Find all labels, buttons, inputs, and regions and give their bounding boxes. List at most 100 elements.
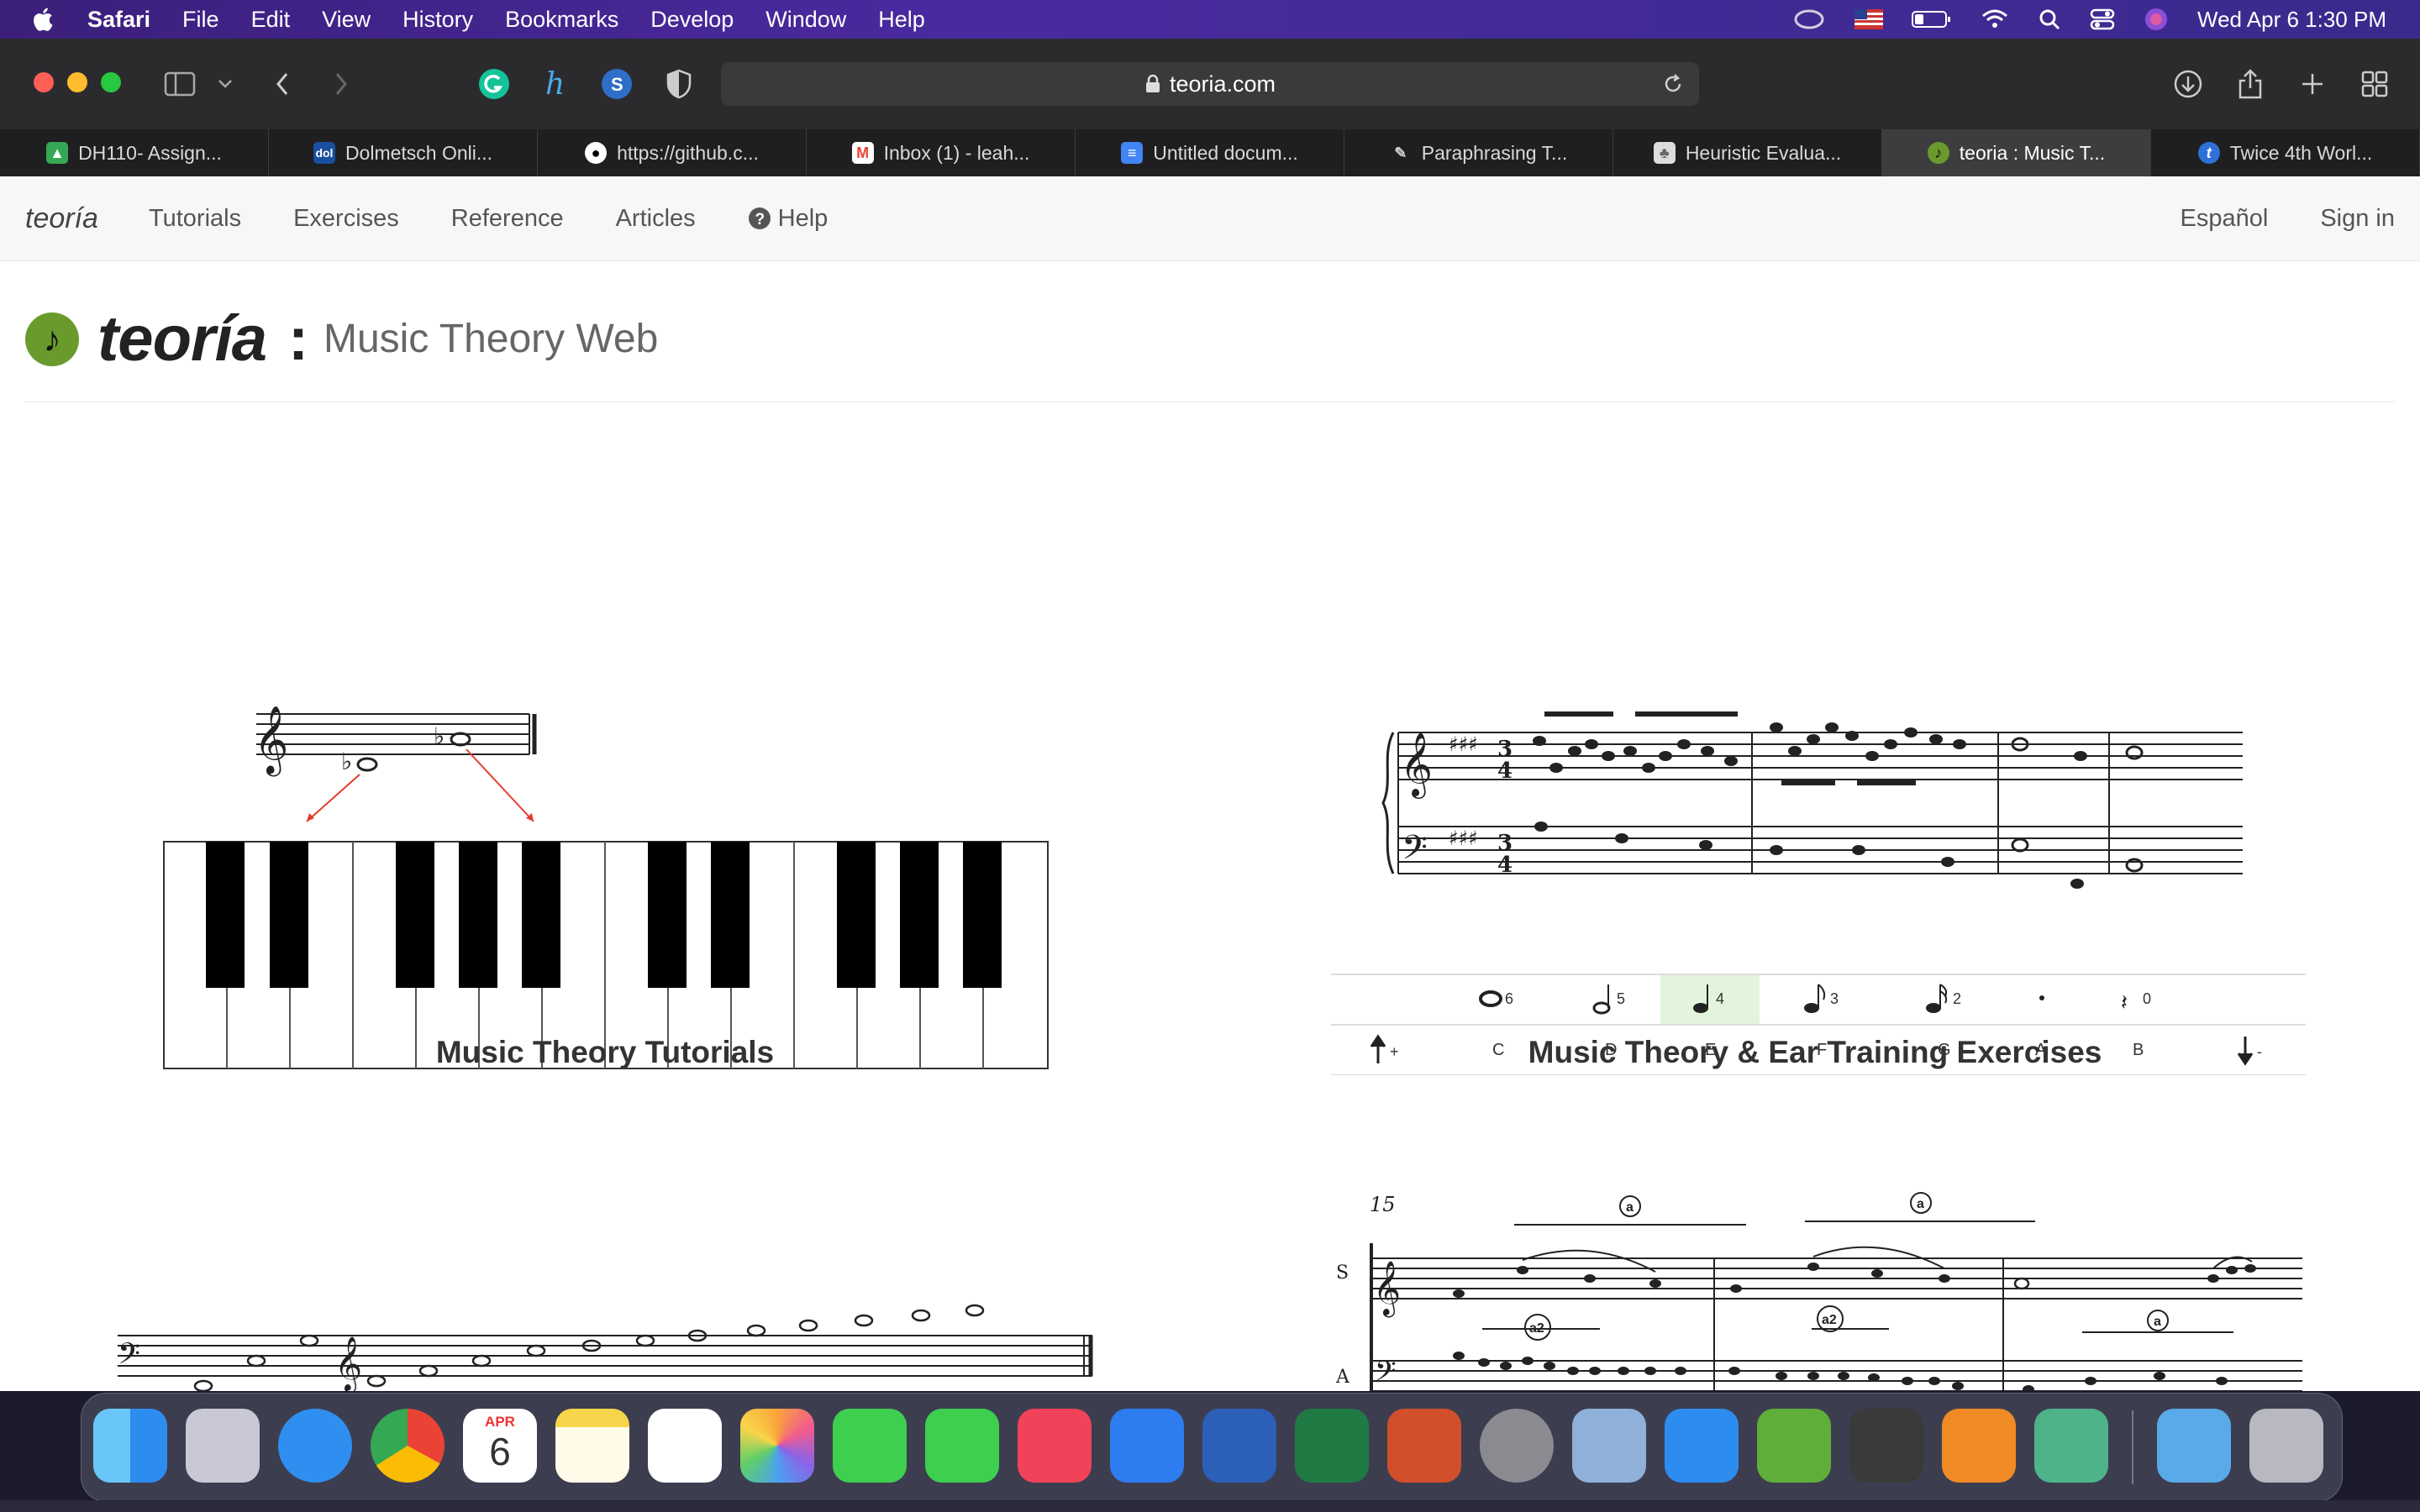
reference-illustration[interactable]: 𝄢 𝄞 [109,1302,1101,1391]
downloads-folder-icon[interactable] [2157,1409,2231,1483]
svg-text:4: 4 [1497,759,1512,784]
books-icon[interactable] [1942,1409,2016,1483]
messages-icon[interactable] [833,1409,907,1483]
new-tab-icon[interactable] [2296,67,2329,101]
close-window-button[interactable] [34,72,54,92]
menu-history[interactable]: History [402,7,473,33]
site-brand-link[interactable]: teoría [25,202,98,235]
duration-2[interactable]: 2 [1953,990,1961,1007]
nav-sign-in[interactable]: Sign in [2320,205,2395,233]
nav-articles[interactable]: Articles [616,205,696,233]
tab-teoria[interactable]: ♪ teoria : Music T... [1882,129,2151,176]
cloud-app-icon[interactable] [1757,1409,1831,1483]
tab-twice[interactable]: t Twice 4th Worl... [2151,129,2420,176]
wifi-icon[interactable] [1981,8,2009,30]
tab-heuristic[interactable]: ♣ Heuristic Evalua... [1613,129,1882,176]
duration-3[interactable]: 3 [1830,990,1839,1007]
duration-0[interactable]: 0 [2143,990,2151,1007]
address-bar[interactable]: teoria.com [721,62,1699,106]
sidebar-toggle-icon[interactable] [163,67,197,101]
menu-help[interactable]: Help [878,7,925,33]
word-icon[interactable] [1202,1409,1276,1483]
duration-4[interactable]: 4 [1716,990,1724,1007]
app-store-icon[interactable] [1110,1409,1184,1483]
octave-down-icon[interactable] [2237,1037,2254,1066]
apple-icon[interactable] [29,4,59,34]
creative-cloud-icon[interactable] [1792,7,1826,32]
safari-icon[interactable] [278,1409,352,1483]
excel-icon[interactable] [1295,1409,1369,1483]
menubar-clock[interactable]: Wed Apr 6 1:30 PM [2197,7,2386,33]
menu-bookmarks[interactable]: Bookmarks [505,7,618,33]
menu-app-name[interactable]: Safari [87,7,150,33]
nav-reference[interactable]: Reference [451,205,564,233]
back-button[interactable] [266,67,299,101]
nav-language-espanol[interactable]: Español [2181,205,2269,233]
spotlight-search-icon[interactable] [2038,8,2061,31]
score-mark: a [1626,1200,1634,1215]
nav-exercises[interactable]: Exercises [293,205,399,233]
finder-icon[interactable] [93,1409,167,1483]
octave-up-icon[interactable] [1370,1034,1386,1063]
facetime-icon[interactable] [925,1409,999,1483]
dolmetsch-icon: dol [313,142,335,164]
google-drive-icon: ▲ [46,142,69,164]
s-extension-icon[interactable]: S [600,67,634,101]
duration-6[interactable]: 6 [1505,990,1513,1007]
minimize-window-button[interactable] [67,72,87,92]
preview-icon[interactable] [1572,1409,1646,1483]
us-flag-icon[interactable] [1854,9,1884,29]
duration-5[interactable]: 5 [1617,990,1625,1007]
system-preferences-icon[interactable] [1480,1409,1554,1483]
treble-clef-icon: 𝄞 [1373,1261,1401,1317]
control-center-icon[interactable] [2090,8,2115,31]
downloads-icon[interactable] [2171,67,2205,101]
chrome-icon[interactable] [371,1409,445,1483]
hypothesis-extension-icon[interactable]: h [539,67,573,101]
tutorials-illustration[interactable]: 𝄞 ♭ ♭ [160,554,1059,1075]
safari-window: h S teoria.com ▲ DH110- Assign... dol Dolm… [0,39,2420,1391]
music-icon[interactable] [1018,1409,1092,1483]
zoom-window-button[interactable] [101,72,121,92]
tutorials-link[interactable]: Music Theory Tutorials [353,1035,857,1070]
photos-icon[interactable] [740,1409,814,1483]
menu-file[interactable]: File [182,7,219,33]
exercises-link[interactable]: Music Theory & Ear Training Exercises [1462,1035,2168,1070]
calculator-icon[interactable] [1849,1409,1923,1483]
siri-icon[interactable] [2144,7,2169,32]
tab-paraphrasing[interactable]: ✎ Paraphrasing T... [1344,129,1613,176]
chevron-down-icon[interactable] [208,67,242,101]
share-icon[interactable] [2233,67,2267,101]
atom-icon[interactable] [2034,1409,2108,1483]
battery-icon[interactable] [1912,9,1952,29]
menu-window[interactable]: Window [765,7,846,33]
privacy-shield-icon[interactable] [662,67,696,101]
menu-edit[interactable]: Edit [251,7,291,33]
quill-icon: ✎ [1394,144,1407,161]
nav-help[interactable]: ? Help [748,205,828,233]
reload-icon[interactable] [1662,73,1684,95]
tab-overview-icon[interactable] [2358,67,2391,101]
note-heads [1533,722,2087,889]
trash-icon[interactable] [2249,1409,2323,1483]
tab-google-docs[interactable]: ≡ Untitled docum... [1076,129,1344,176]
grammarly-extension-icon[interactable] [477,67,511,101]
tab-dolmetsch[interactable]: dol Dolmetsch Onli... [269,129,538,176]
powerpoint-icon[interactable] [1387,1409,1461,1483]
reminders-icon[interactable] [648,1409,722,1483]
exercises-illustration[interactable]: 𝄞 𝄢 ♯♯♯ ♯♯♯ 3 4 3 4 𝄽 6 5 4 3 2 0 + C D … [1331,554,2306,1075]
calendar-icon[interactable]: APR 6 [463,1409,537,1483]
svg-text:4: 4 [1497,853,1512,878]
tab-dh110[interactable]: ▲ DH110- Assign... [0,129,269,176]
notes-icon[interactable] [555,1409,629,1483]
articles-illustration[interactable]: 15 S A 𝄞 𝄢 a a a2 a2 a [1328,1184,2319,1391]
menu-view[interactable]: View [322,7,371,33]
forward-button[interactable] [324,67,358,101]
launchpad-icon[interactable] [186,1409,260,1483]
zoom-icon[interactable] [1665,1409,1739,1483]
desktop-edge [0,1500,2420,1512]
tab-github[interactable]: ● https://github.c... [538,129,807,176]
menu-develop[interactable]: Develop [650,7,734,33]
tab-gmail[interactable]: M Inbox (1) - leah... [807,129,1076,176]
nav-tutorials[interactable]: Tutorials [149,205,241,233]
